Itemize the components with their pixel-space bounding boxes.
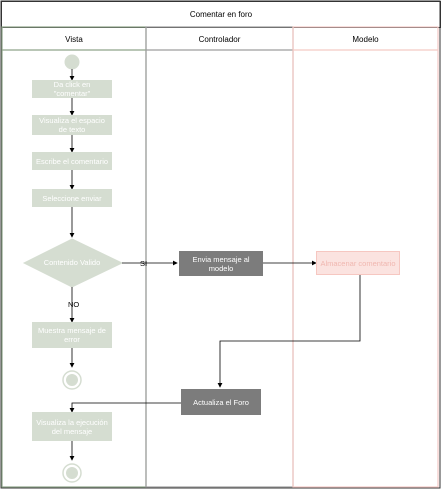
diagram-canvas: Comentar en foro Vista Controlador Model…	[0, 0, 442, 490]
node-selecciona-enviar: Seleccione enviar	[32, 189, 112, 207]
edge-label-no: NO	[68, 300, 80, 309]
node-muestra-error: Muestra mensaje de error	[32, 322, 112, 348]
node-visualiza-ejecucion: Visualiza la ejecución del mensaje	[32, 412, 112, 441]
node-almacenar-comentario: Almacenar comentario	[316, 251, 400, 275]
lane-header-vista: Vista	[65, 34, 83, 44]
lane-header-modelo: Modelo	[352, 34, 379, 44]
end-node-1-inner	[66, 374, 78, 386]
node-actualiza-foro: Actualiza el Foro	[181, 389, 261, 415]
node-envia-mensaje: Envia mensaje al modelo	[179, 251, 263, 276]
node-click-comentar: Da click en "comentar"	[32, 80, 112, 98]
lane-header-controlador: Controlador	[198, 34, 241, 44]
end-node-2-inner	[66, 467, 78, 479]
node-escribe-comentario: Escribe el comentario	[32, 152, 112, 170]
node-visualiza-espacio: Visualiza el espacio de texto	[32, 115, 112, 135]
decision-label: Contenido Valido	[43, 258, 101, 267]
start-node	[64, 54, 80, 70]
edge-label-si: SI	[140, 259, 148, 268]
